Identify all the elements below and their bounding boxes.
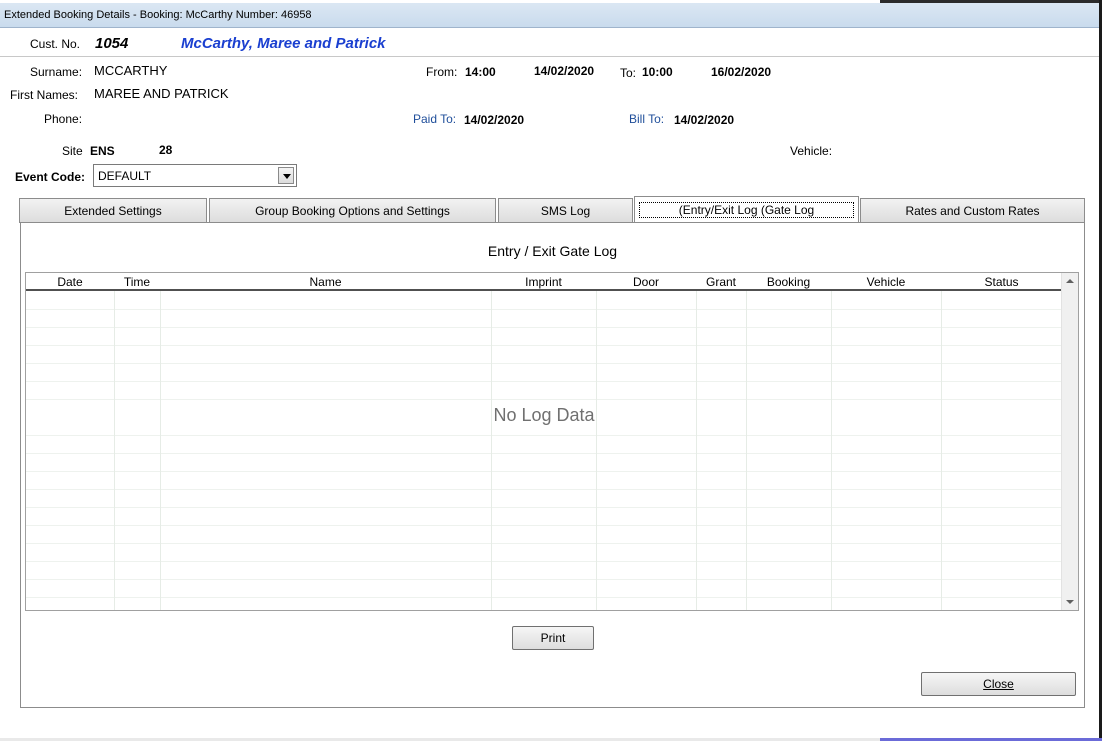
print-button[interactable]: Print	[512, 626, 594, 650]
row-line	[26, 309, 1062, 310]
print-button-label: Print	[540, 631, 566, 645]
from-date: 14/02/2020	[534, 64, 595, 78]
column-header-vehicle[interactable]: Vehicle	[831, 275, 941, 289]
tab-group-booking-options[interactable]: Group Booking Options and Settings	[209, 198, 496, 223]
from-label: From:	[426, 65, 458, 79]
column-line	[491, 273, 492, 610]
to-time: 10:00	[642, 65, 673, 79]
row-line	[26, 471, 1062, 472]
to-label: To:	[620, 66, 637, 80]
booking-details-window: Extended Booking Details - Booking: McCa…	[0, 0, 1102, 741]
tab-entry-exit-log[interactable]: (Entry/Exit Log (Gate Log	[634, 196, 859, 224]
column-header-name[interactable]: Name	[160, 275, 491, 289]
row-line	[26, 345, 1062, 346]
table-header: Date Time Name Imprint Door Grant Bookin…	[26, 273, 1062, 291]
tab-label: Group Booking Options and Settings	[255, 204, 450, 218]
column-line	[596, 273, 597, 610]
row-line	[26, 453, 1062, 454]
event-code-value: DEFAULT	[98, 169, 152, 183]
paid-to-label[interactable]: Paid To:	[413, 112, 456, 126]
entry-exit-log-panel: Entry / Exit Gate Log Date Time Name Imp…	[20, 222, 1085, 708]
title-bar[interactable]: Extended Booking Details - Booking: McCa…	[0, 3, 1099, 28]
log-title: Entry / Exit Gate Log	[487, 243, 618, 259]
row-line	[26, 597, 1062, 598]
surname-label: Surname:	[30, 65, 83, 79]
first-names-value: MAREE AND PATRICK	[94, 86, 229, 101]
customer-name: McCarthy, Maree and Patrick	[181, 35, 386, 52]
column-header-time[interactable]: Time	[114, 275, 160, 289]
log-table[interactable]: Date Time Name Imprint Door Grant Bookin…	[25, 272, 1079, 611]
tab-label: (Entry/Exit Log (Gate Log	[639, 202, 854, 218]
window-title: Extended Booking Details - Booking: McCa…	[4, 9, 312, 21]
to-date: 16/02/2020	[711, 65, 772, 79]
bill-to-value: 14/02/2020	[674, 113, 735, 127]
close-button[interactable]: Close	[921, 672, 1076, 696]
cust-no-value: 1054	[95, 35, 129, 52]
column-header-door[interactable]: Door	[596, 275, 696, 289]
column-header-grant[interactable]: Grant	[696, 275, 746, 289]
column-line	[160, 273, 161, 610]
row-line	[26, 435, 1062, 436]
column-line	[941, 273, 942, 610]
phone-label: Phone:	[44, 112, 83, 126]
column-header-status[interactable]: Status	[941, 275, 1062, 289]
tab-label: SMS Log	[540, 204, 591, 218]
row-line	[26, 507, 1062, 508]
first-names-label: First Names:	[10, 88, 79, 102]
scroll-down-icon[interactable]	[1066, 600, 1074, 604]
vertical-scrollbar[interactable]	[1061, 273, 1078, 610]
bill-to-label[interactable]: Bill To:	[629, 112, 664, 126]
column-header-imprint[interactable]: Imprint	[491, 275, 596, 289]
row-line	[26, 561, 1062, 562]
row-line	[26, 381, 1062, 382]
tab-rates-custom-rates[interactable]: Rates and Custom Rates	[860, 198, 1085, 223]
column-header-date[interactable]: Date	[26, 275, 114, 289]
empty-state-text: No Log Data	[493, 405, 595, 425]
site-code: ENS	[90, 144, 115, 158]
vehicle-label: Vehicle:	[790, 144, 833, 158]
row-line	[26, 327, 1062, 328]
tab-sms-log[interactable]: SMS Log	[498, 198, 633, 223]
tab-strip: Extended Settings Group Booking Options …	[19, 196, 1085, 224]
column-line	[746, 273, 747, 610]
column-line	[831, 273, 832, 610]
event-code-label: Event Code:	[15, 170, 86, 184]
site-number: 28	[159, 143, 173, 157]
customer-header: Cust. No. 1054 McCarthy, Maree and Patri…	[0, 29, 1099, 57]
column-line	[696, 273, 697, 610]
row-line	[26, 489, 1062, 490]
site-label: Site	[62, 144, 83, 158]
event-code-select[interactable]: DEFAULT	[93, 164, 297, 187]
row-line	[26, 579, 1062, 580]
tab-label: Rates and Custom Rates	[905, 204, 1040, 218]
from-time: 14:00	[465, 65, 496, 79]
scroll-up-icon[interactable]	[1066, 279, 1074, 283]
row-line	[26, 525, 1062, 526]
row-line	[26, 543, 1062, 544]
cust-no-label: Cust. No.	[30, 37, 81, 51]
chevron-down-icon[interactable]	[278, 167, 294, 184]
surname-value: MCCARTHY	[94, 63, 168, 78]
paid-to-value: 14/02/2020	[464, 113, 525, 127]
close-button-label: Close	[983, 677, 1014, 691]
column-header-booking[interactable]: Booking	[746, 275, 831, 289]
column-line	[114, 273, 115, 610]
row-line	[26, 399, 1062, 400]
row-line	[26, 363, 1062, 364]
tab-extended-settings[interactable]: Extended Settings	[19, 198, 207, 223]
tab-label: Extended Settings	[64, 204, 162, 218]
